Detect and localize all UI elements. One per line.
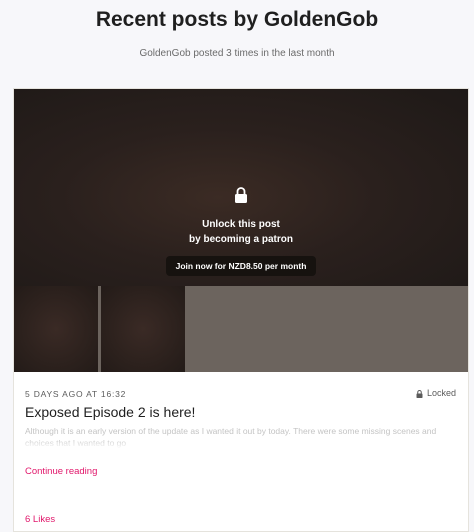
likes-link[interactable]: 6 Likes — [25, 514, 55, 525]
lock-status: Locked — [416, 388, 456, 398]
thumbnail-1[interactable] — [14, 286, 98, 372]
page-title: Recent posts by GoldenGob — [95, 8, 379, 31]
post-timestamp[interactable]: 5 DAYS AGO AT 16:32 — [25, 389, 126, 399]
locked-media[interactable]: Unlock this post by becoming a patron Jo… — [14, 89, 468, 286]
thumbnail-row — [14, 286, 468, 372]
join-button[interactable]: Join now for NZD8.50 per month — [166, 256, 316, 276]
lock-small-icon — [416, 389, 423, 398]
lock-status-label: Locked — [426, 388, 456, 398]
thumbnail-2[interactable] — [101, 286, 185, 372]
continue-reading-link[interactable]: Continue reading — [25, 466, 97, 477]
unlock-line-1: Unlock this post — [202, 219, 280, 230]
unlock-message: Unlock this post by becoming a patron — [14, 217, 468, 247]
post-title[interactable]: Exposed Episode 2 is here! — [25, 404, 195, 420]
unlock-line-2: by becoming a patron — [189, 234, 293, 245]
post-excerpt: Although it is an early version of the u… — [25, 425, 455, 449]
post-card: Unlock this post by becoming a patron Jo… — [13, 88, 469, 532]
page-subtitle: GoldenGob posted 3 times in the last mon… — [139, 48, 335, 59]
lock-icon — [235, 187, 247, 203]
